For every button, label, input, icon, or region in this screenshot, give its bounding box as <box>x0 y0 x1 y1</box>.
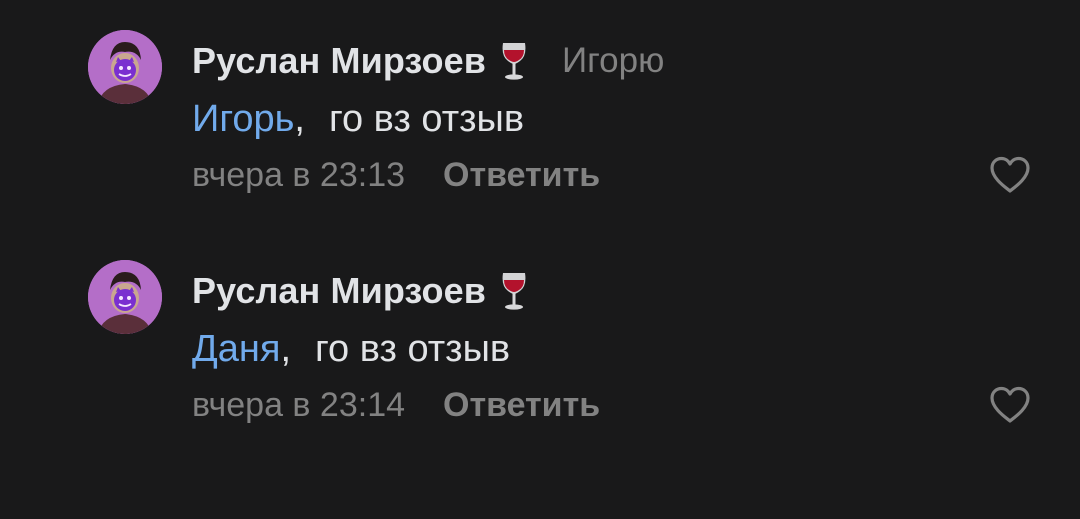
comment-timestamp: вчера в 23:14 <box>192 385 406 424</box>
like-button[interactable] <box>986 152 1034 198</box>
avatar[interactable] <box>88 260 162 334</box>
wine-glass-icon <box>496 269 532 313</box>
wine-glass-icon <box>496 39 532 83</box>
heart-icon <box>990 156 1030 193</box>
comment-text: Игорь, го вз отзыв <box>192 94 524 144</box>
mention-link[interactable]: Даня <box>192 328 280 371</box>
comment-body: го вз отзыв <box>328 97 525 140</box>
reply-button[interactable]: Ответить <box>443 156 600 195</box>
comment-item: Руслан Мирзоев Игорю Игорь, го вз отзыв … <box>0 26 1080 226</box>
mention-link[interactable]: Игорь <box>192 98 294 141</box>
heart-icon <box>990 386 1030 423</box>
mention-comma: , <box>294 97 305 140</box>
like-button[interactable] <box>986 382 1034 428</box>
comment-header: Руслан Мирзоев Игорю <box>192 38 664 84</box>
comment-header: Руслан Мирзоев <box>192 268 532 314</box>
author-name[interactable]: Руслан Мирзоев <box>192 270 486 312</box>
reply-to-name[interactable]: Игорю <box>562 41 664 81</box>
comment-timestamp: вчера в 23:13 <box>192 155 406 194</box>
avatar-image <box>88 260 162 334</box>
comment-meta: вчера в 23:13 Ответить <box>192 152 600 198</box>
mention-comma: , <box>280 327 291 370</box>
comment-text: Даня, го вз отзыв <box>192 324 510 374</box>
comment-item: Руслан Мирзоев Даня, го вз отзыв вчера в… <box>0 256 1080 456</box>
comment-meta: вчера в 23:14 Ответить <box>192 382 600 428</box>
reply-button[interactable]: Ответить <box>443 386 600 425</box>
avatar-image <box>88 30 162 104</box>
comment-body: го вз отзыв <box>315 327 511 370</box>
author-name[interactable]: Руслан Мирзоев <box>192 40 486 82</box>
avatar[interactable] <box>88 30 162 104</box>
